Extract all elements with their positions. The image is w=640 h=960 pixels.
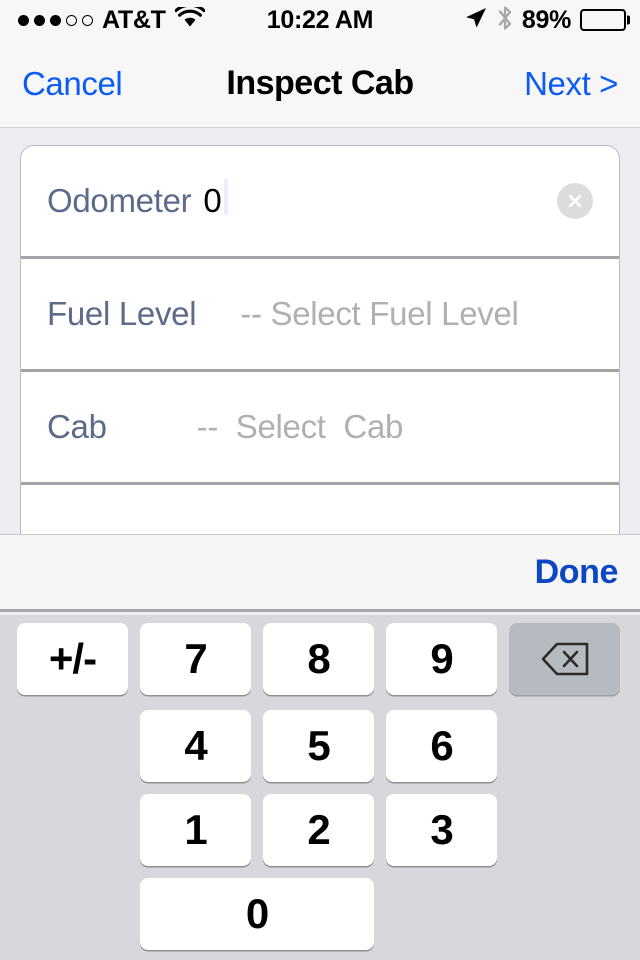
keypad-gap [374,623,386,695]
clear-circle-icon[interactable] [557,183,593,219]
form-row-partial[interactable] [21,485,619,534]
keypad-row: +/- 7 8 9 [0,623,640,695]
keypad-gap [251,623,263,695]
keypad-row: 0 [0,878,640,950]
key-7[interactable]: 7 [140,623,251,695]
fuel-level-label: Fuel Level [47,295,197,332]
keypad-gap [374,794,386,866]
form-row-fuel-level[interactable]: Fuel Level -- Select Fuel Level [21,259,619,372]
status-bar: AT&T 10:22 AM 89% [0,0,640,40]
keypad-gap [251,794,263,866]
fuel-level-select[interactable]: -- Select Fuel Level [240,295,519,333]
keypad-gap [251,710,263,782]
key-5[interactable]: 5 [263,710,374,782]
key-delete[interactable] [509,623,620,695]
key-3[interactable]: 3 [386,794,497,866]
key-6[interactable]: 6 [386,710,497,782]
backspace-icon [541,642,588,676]
form-row-odometer[interactable]: Odometer 0 [21,146,619,259]
odometer-input[interactable]: 0 [203,179,229,220]
key-plus-minus[interactable]: +/- [17,623,128,695]
odometer-label: Odometer [47,182,192,219]
key-spacer-right [509,710,620,782]
keypad-gap [128,878,140,950]
battery-percent-label: 89% [521,5,571,34]
key-1[interactable]: 1 [140,794,251,866]
form-row-cab[interactable]: Cab -- Select Cab [21,372,619,485]
cancel-button[interactable]: Cancel [22,65,123,103]
key-spacer-right [386,878,497,950]
keypad-gap [128,794,140,866]
keypad-gap [374,878,386,950]
done-button[interactable]: Done [535,553,619,592]
key-spacer-left [17,710,128,782]
keypad-gap [497,710,509,782]
battery-icon [580,9,630,31]
status-bar-right: 89% [464,5,630,36]
keypad-row-lead [0,623,17,695]
keypad-gap [497,794,509,866]
keyboard-accessory-bar: Done [0,534,640,612]
bluetooth-icon [497,5,513,36]
keypad-gap [497,623,509,695]
key-spacer-right [509,794,620,866]
numeric-keypad: +/- 7 8 9 4 5 6 1 2 3 0 [0,615,640,960]
key-spacer-left [17,794,128,866]
keypad-row-lead [0,878,17,950]
cab-select[interactable]: -- Select Cab [197,408,404,446]
keypad-row: 123 [0,794,640,866]
key-spacer-left [17,878,128,950]
keypad-gap [374,710,386,782]
key-4[interactable]: 4 [140,710,251,782]
key-2[interactable]: 2 [263,794,374,866]
next-button[interactable]: Next > [524,65,618,103]
cab-label: Cab [47,408,107,445]
keypad-gap [128,623,140,695]
form-card: Odometer 0 Fuel Level -- Select Fuel Lev… [20,145,620,534]
keypad-row: 456 [0,710,640,782]
keypad-gap [128,710,140,782]
navigation-bar: Cancel Inspect Cab Next > [0,40,640,128]
key-0[interactable]: 0 [140,878,374,950]
key-9[interactable]: 9 [386,623,497,695]
location-arrow-icon [464,6,488,35]
form-scroll-area[interactable]: Odometer 0 Fuel Level -- Select Fuel Lev… [0,129,640,534]
keypad-row-lead [0,794,17,866]
key-8[interactable]: 8 [263,623,374,695]
keypad-row-lead [0,710,17,782]
